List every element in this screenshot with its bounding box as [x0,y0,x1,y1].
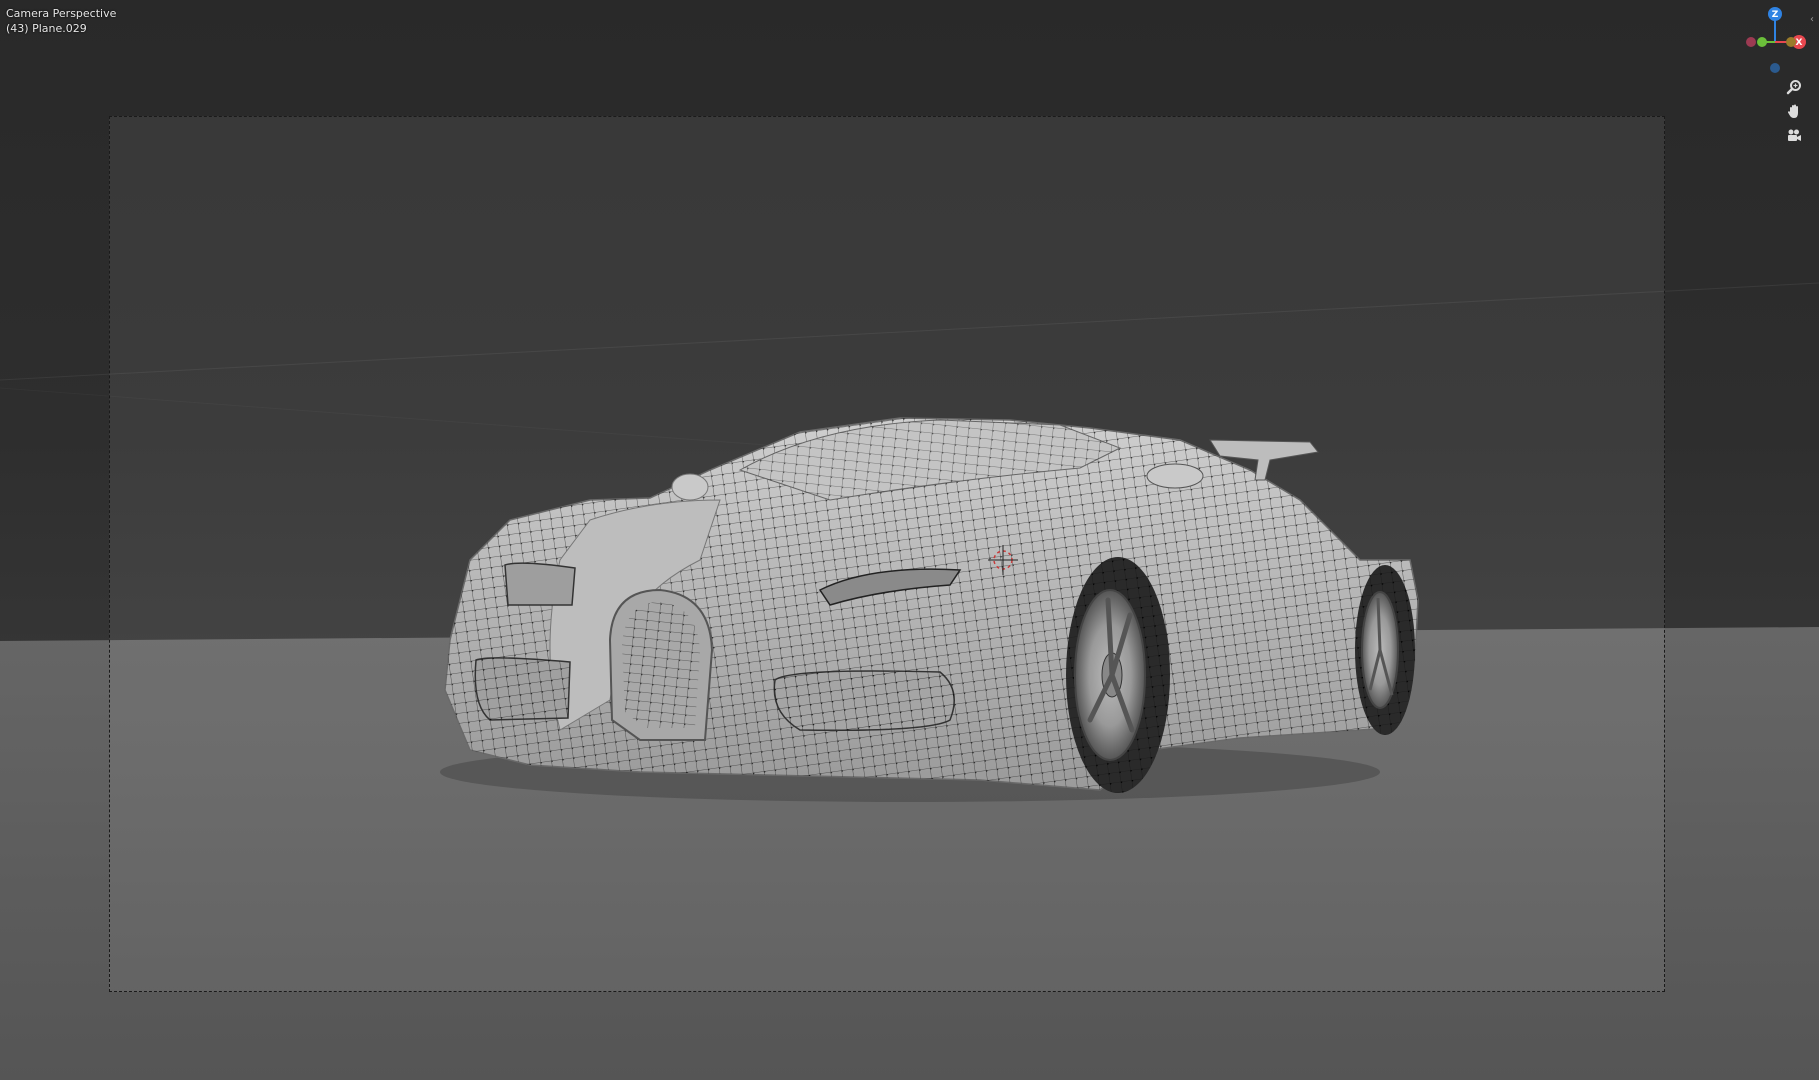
rear-wheel [1355,565,1415,735]
pan-view-button[interactable] [1782,100,1806,122]
3d-viewport[interactable]: Camera Perspective (43) Plane.029 Z X ‹ [0,0,1819,1080]
y-axis-handle-back [1786,37,1796,47]
front-wheel [1066,557,1170,793]
sidebar-toggle-arrow[interactable]: ‹ [1810,14,1814,25]
svg-text:X: X [1796,38,1803,48]
active-object-name: (43) Plane.029 [6,22,87,35]
zoom-view-button[interactable] [1782,76,1806,98]
magnifier-icon [1786,80,1801,95]
view-name: Camera Perspective [6,7,117,20]
camera-view-button[interactable] [1782,125,1806,147]
hand-icon [1787,104,1798,118]
navigation-gizmo[interactable]: Z X [1740,4,1816,80]
viewport-info: Camera Perspective (43) Plane.029 [6,6,116,36]
neg-x-axis-handle [1746,37,1756,47]
neg-z-axis-handle [1770,63,1780,73]
svg-text:Z: Z [1772,10,1779,20]
car-mesh[interactable] [0,0,1819,1080]
camera-icon [1788,129,1801,141]
y-axis-handle [1757,37,1767,47]
